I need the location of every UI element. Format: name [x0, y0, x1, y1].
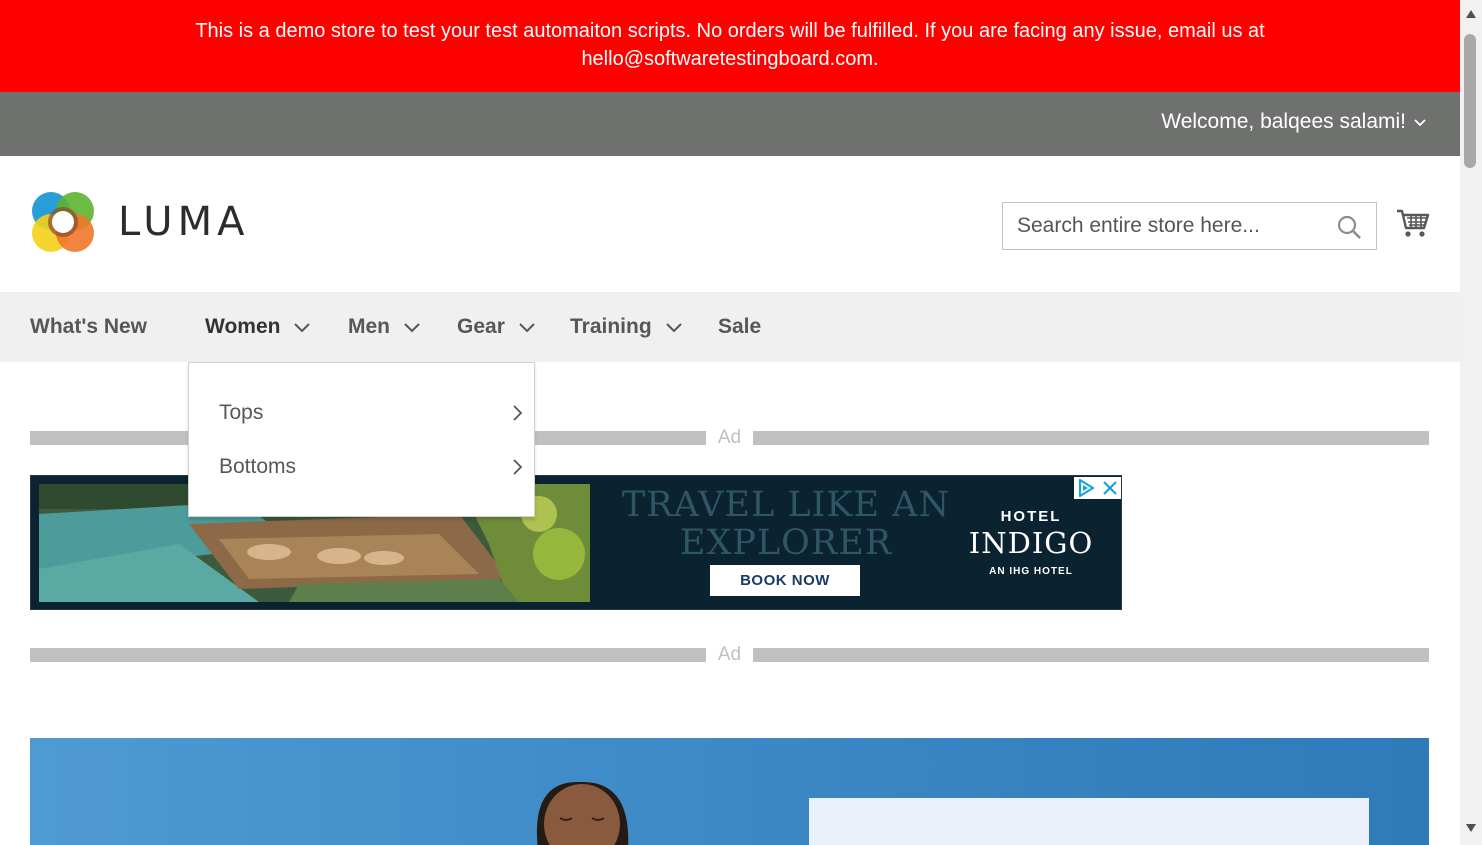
nav-item-gear[interactable]: Gear [457, 314, 537, 340]
scroll-down-arrow-icon[interactable] [1466, 824, 1476, 832]
demo-notice-text: This is a demo store to test your test a… [195, 20, 1265, 70]
ad-brand: INDIGO [968, 526, 1094, 560]
ad-headline: TRAVEL LIKE AN EXPLORER [621, 486, 951, 562]
chevron-down-icon [519, 323, 535, 333]
chevron-down-icon [1414, 119, 1426, 127]
nav-item-training[interactable]: Training [570, 314, 684, 340]
chevron-right-icon [513, 405, 523, 421]
divider-bar [753, 648, 1429, 662]
logo[interactable]: LUMA [30, 189, 249, 255]
chevron-down-icon [294, 323, 311, 333]
nav-item-men[interactable]: Men [348, 314, 422, 340]
luma-logo-icon [32, 192, 94, 252]
customer-welcome-toggle[interactable]: Welcome, balqees salami! [1161, 108, 1428, 136]
submenu-item-tops[interactable]: Tops [219, 398, 525, 428]
ad-label: Ad [717, 427, 742, 448]
scrollbar-thumb[interactable] [1464, 34, 1476, 168]
nav-label: Sale [718, 315, 762, 338]
submenu-item-bottoms[interactable]: Bottoms [219, 452, 525, 482]
nav-item-women[interactable]: Women [205, 314, 312, 340]
panel-header: Welcome, balqees salami! [0, 92, 1460, 156]
main-navigation: What's New Women Men Gear Training Sale [0, 292, 1460, 362]
nav-label: Women [205, 315, 281, 338]
ad-book-now-button[interactable]: BOOK NOW [710, 565, 860, 596]
nav-label: Gear [457, 315, 505, 338]
nav-item-whats-new[interactable]: What's New [30, 314, 147, 340]
logo-text: LUMA [118, 199, 250, 245]
submenu-label: Tops [219, 401, 264, 424]
header-content: LUMA [0, 156, 1460, 292]
hero-promo-banner[interactable] [30, 738, 1429, 845]
women-submenu: Tops Bottoms [188, 362, 535, 517]
adchoices-icon[interactable] [1074, 477, 1098, 499]
divider-bar [753, 431, 1429, 445]
ad-headline-line1: TRAVEL LIKE AN [621, 485, 951, 525]
ad-brand-top: HOTEL [1000, 508, 1062, 525]
cart-icon[interactable] [1396, 206, 1430, 240]
search-box [1002, 202, 1377, 250]
submenu-label: Bottoms [219, 455, 297, 478]
ad-divider-bottom: Ad [30, 644, 1429, 665]
divider-bar [30, 648, 706, 662]
nav-label: What's New [30, 315, 148, 338]
search-icon[interactable] [1336, 214, 1362, 240]
nav-label: Training [570, 315, 652, 338]
scroll-up-arrow-icon[interactable] [1466, 10, 1476, 18]
ad-label: Ad [717, 644, 742, 665]
nav-label: Men [348, 315, 390, 338]
ad-brand-sub: AN IHG HOTEL [989, 566, 1073, 577]
welcome-text: Welcome, balqees salami! [1161, 110, 1406, 133]
ad-headline-line2: EXPLORER [679, 523, 893, 563]
search-input[interactable] [1003, 214, 1323, 238]
demo-store-notice: This is a demo store to test your test a… [0, 0, 1460, 92]
nav-item-sale[interactable]: Sale [718, 314, 761, 340]
page-scrollbar[interactable] [1460, 0, 1482, 845]
close-icon[interactable] [1098, 477, 1122, 499]
chevron-right-icon [513, 459, 523, 475]
chevron-down-icon [404, 323, 420, 333]
hero-content-panel [809, 798, 1369, 845]
chevron-down-icon [665, 323, 682, 333]
hero-model-image [537, 781, 629, 845]
